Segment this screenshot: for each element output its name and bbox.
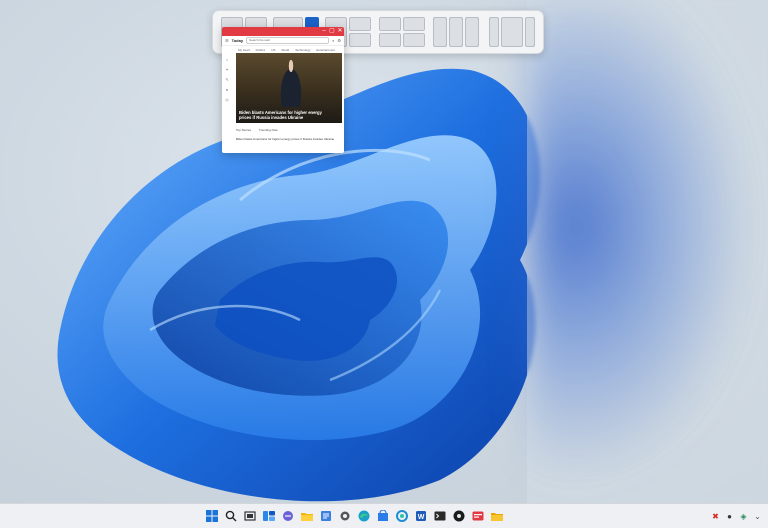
snap-zone[interactable] — [449, 17, 463, 47]
snap-zone[interactable] — [379, 33, 401, 47]
snap-zone[interactable] — [465, 17, 479, 47]
story-tabs: Top Stories Trending Now — [236, 128, 278, 132]
snap-zone[interactable] — [403, 17, 425, 31]
circle-icon[interactable]: ● — [725, 512, 734, 521]
nav-item[interactable]: Politics — [256, 48, 266, 52]
snap-zone-preview — [527, 0, 768, 503]
minimize-icon[interactable]: – — [320, 27, 328, 36]
snap-zone[interactable] — [433, 17, 447, 47]
taskbar: W ✖ ● ◈ ⌄ — [0, 503, 768, 528]
home-icon[interactable]: ⌂ — [222, 57, 232, 62]
snap-layout-thirds[interactable] — [433, 17, 479, 47]
folder-icon[interactable] — [490, 509, 504, 523]
snap-zone[interactable] — [501, 17, 523, 47]
snap-zone[interactable] — [403, 33, 425, 47]
snap-zone[interactable] — [349, 33, 371, 47]
widgets-icon[interactable] — [262, 509, 276, 523]
settings-icon[interactable]: ◎ — [222, 97, 232, 102]
snap-layout-wide-center[interactable] — [489, 17, 535, 47]
snap-zone[interactable] — [525, 17, 535, 47]
notepad-icon[interactable] — [319, 509, 333, 523]
windows-start-icon[interactable] — [205, 509, 219, 523]
user-icon[interactable]: ● — [222, 87, 232, 92]
browser-window[interactable]: – ▢ ✕ ☰ Today Search the web ⌕ ⚙ My Feed… — [222, 27, 344, 153]
file-explorer-icon[interactable] — [300, 509, 314, 523]
nav-item[interactable]: Technology — [295, 48, 310, 52]
nav-item[interactable]: US — [271, 48, 275, 52]
edge-icon[interactable] — [357, 509, 371, 523]
edit-icon[interactable]: ✎ — [222, 77, 232, 82]
news-icon[interactable] — [471, 509, 485, 523]
close-icon[interactable]: ✕ — [336, 27, 344, 36]
word-icon[interactable]: W — [414, 509, 428, 523]
left-rail: ⌂ ✦ ✎ ● ◎ — [222, 52, 232, 153]
desktop: – ▢ ✕ ☰ Today Search the web ⌕ ⚙ My Feed… — [0, 0, 768, 503]
search-icon[interactable]: ⌕ — [332, 38, 334, 43]
story-item[interactable]: Biden blasts Americans for higher energy… — [236, 137, 340, 141]
tab-top-stories[interactable]: Top Stories — [236, 128, 251, 132]
settings-icon[interactable] — [338, 509, 352, 523]
red-x-icon[interactable]: ✖ — [711, 512, 720, 521]
snap-zone[interactable] — [489, 17, 499, 47]
chevron-icon[interactable]: ⌄ — [753, 512, 762, 521]
task-view-icon[interactable] — [243, 509, 257, 523]
snap-zone[interactable] — [379, 17, 401, 31]
tab-trending[interactable]: Trending Now — [259, 128, 278, 132]
taskbar-icons: W — [205, 504, 504, 528]
search-icon[interactable] — [224, 509, 238, 523]
chat-icon[interactable] — [281, 509, 295, 523]
maximize-icon[interactable]: ▢ — [328, 27, 336, 36]
nav-item[interactable]: Entertainment — [316, 48, 335, 52]
snap-zone[interactable] — [349, 17, 371, 31]
nav-item[interactable]: World — [281, 48, 289, 52]
window-titlebar[interactable]: – ▢ ✕ — [222, 27, 344, 36]
system-tray: ✖ ● ◈ ⌄ — [711, 504, 762, 528]
hero-news-card[interactable]: Biden blasts Americans for higher energy… — [236, 53, 342, 123]
svg-text:W: W — [418, 514, 425, 521]
photos-icon[interactable] — [395, 509, 409, 523]
terminal-icon[interactable] — [433, 509, 447, 523]
bookmark-icon[interactable]: ✦ — [222, 67, 232, 72]
hero-headline[interactable]: Biden blasts Americans for higher energy… — [239, 110, 329, 120]
security-icon[interactable]: ◈ — [739, 512, 748, 521]
news-nav: My Feed Politics US World Technology Ent… — [222, 46, 344, 53]
hero-photo — [276, 57, 306, 107]
snap-layout-quarters[interactable] — [379, 17, 425, 47]
search-input[interactable]: Search the web — [246, 37, 330, 44]
gear-icon[interactable]: ⚙ — [337, 38, 341, 43]
nav-item[interactable]: My Feed — [238, 48, 250, 52]
media-icon[interactable] — [452, 509, 466, 523]
store-icon[interactable] — [376, 509, 390, 523]
menu-icon[interactable]: ☰ — [225, 38, 229, 43]
browser-toolbar: ☰ Today Search the web ⌕ ⚙ — [222, 36, 344, 46]
site-brand: Today — [231, 38, 244, 43]
